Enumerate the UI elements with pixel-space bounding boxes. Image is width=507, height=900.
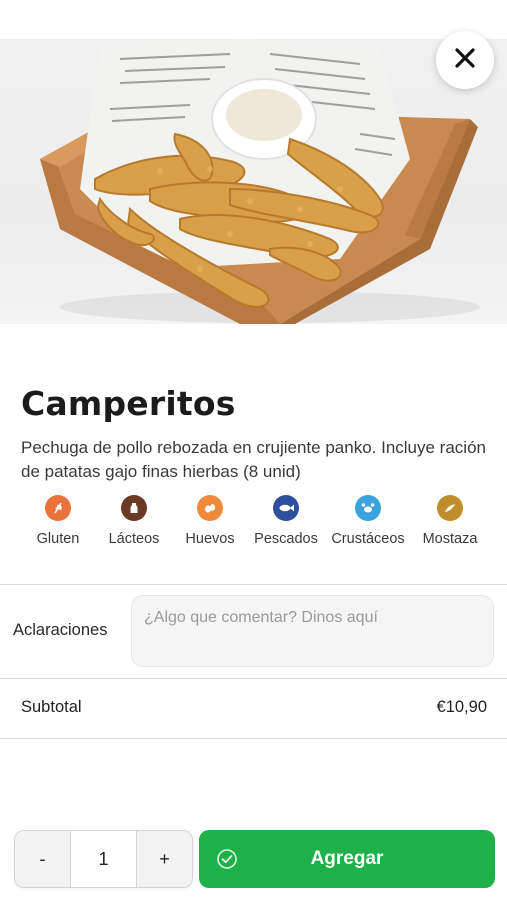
allergen-label: Huevos: [185, 531, 235, 547]
subtotal-label: Subtotal: [21, 698, 82, 716]
quantity-value: 1: [70, 831, 137, 887]
mustard-icon: [437, 495, 463, 521]
fish-icon: [273, 495, 299, 521]
add-to-cart-button[interactable]: Agregar: [199, 830, 495, 888]
increment-button[interactable]: +: [137, 831, 192, 887]
notes-label: Aclaraciones: [13, 621, 108, 639]
allergen-pescados: Pescados: [252, 495, 320, 547]
allergen-gluten: Gluten: [24, 495, 92, 547]
notes-input[interactable]: [131, 595, 494, 667]
add-button-label: Agregar: [310, 848, 384, 869]
divider: [0, 584, 507, 585]
wheat-icon: [45, 495, 71, 521]
allergen-list: Gluten Lácteos Huevos Pescados Crustáceo…: [20, 495, 490, 555]
close-icon: [454, 47, 476, 74]
product-title: Camperitos: [21, 384, 236, 423]
divider: [0, 678, 507, 679]
close-button[interactable]: [436, 31, 494, 89]
check-circle-icon: [216, 848, 238, 876]
allergen-label: Crustáceos: [331, 531, 405, 547]
crab-icon: [355, 495, 381, 521]
allergen-huevos: Huevos: [176, 495, 244, 547]
allergen-mostaza: Mostaza: [416, 495, 484, 547]
allergen-label: Pescados: [254, 531, 318, 547]
milk-icon: [121, 495, 147, 521]
product-description: Pechuga de pollo rebozada en crujiente p…: [21, 438, 486, 481]
allergen-label: Gluten: [36, 531, 80, 547]
divider: [0, 738, 507, 739]
quantity-stepper: - 1 +: [14, 830, 193, 888]
allergen-crustaceos: Crustáceos: [328, 495, 408, 547]
product-image: [0, 39, 507, 324]
allergen-label: Lácteos: [108, 531, 160, 547]
allergen-lacteos: Lácteos: [100, 495, 168, 547]
decrement-button[interactable]: -: [15, 831, 70, 887]
allergen-label: Mostaza: [422, 531, 478, 547]
subtotal-value: €10,90: [436, 698, 487, 716]
egg-icon: [197, 495, 223, 521]
